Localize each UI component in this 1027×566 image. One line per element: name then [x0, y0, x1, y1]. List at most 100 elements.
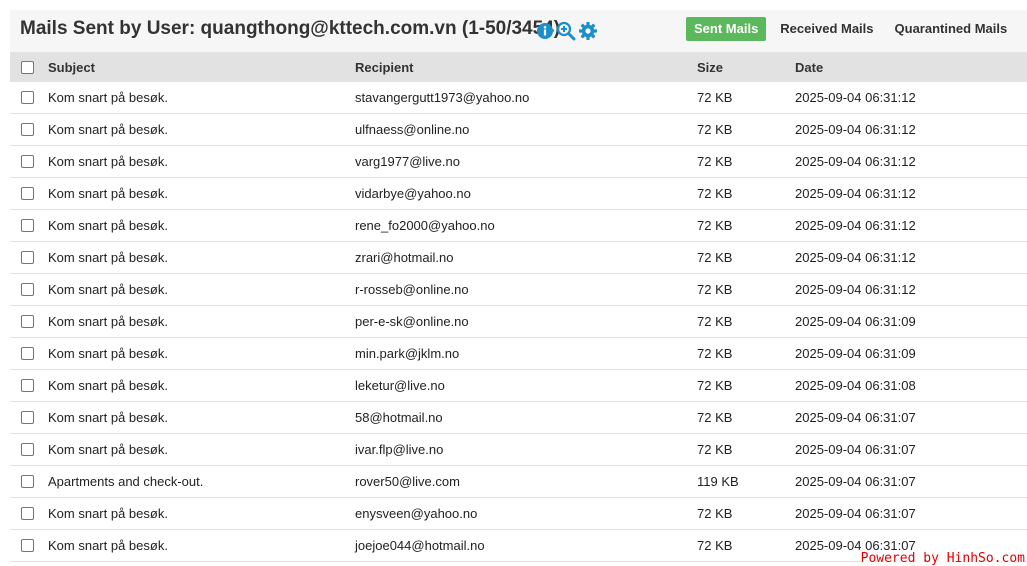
mail-tabs: Sent Mails Received Mails Quarantined Ma… — [686, 17, 1020, 41]
row-checkbox[interactable] — [21, 443, 34, 456]
row-size: 72 KB — [697, 346, 733, 361]
row-subject: Kom snart på besøk. — [48, 122, 168, 137]
table-header: Subject Recipient Size Date — [10, 53, 1027, 82]
table-row[interactable]: Kom snart på besøk. per-e-sk@online.no 72 … — [10, 306, 1027, 338]
row-checkbox[interactable] — [21, 91, 34, 104]
row-recipient: rene_fo2000@yahoo.no — [355, 218, 495, 233]
table-row[interactable]: Kom snart på besøk. ivar.flp@live.no 72 KB… — [10, 434, 1027, 466]
row-subject: Kom snart på besøk. — [48, 410, 168, 425]
row-subject: Kom snart på besøk. — [48, 218, 168, 233]
column-header-size[interactable]: Size — [697, 53, 723, 82]
row-size: 72 KB — [697, 314, 733, 329]
row-checkbox[interactable] — [21, 187, 34, 200]
row-recipient: min.park@jklm.no — [355, 346, 460, 361]
table-row[interactable]: Kom snart på besøk. varg1977@live.no 72 KB… — [10, 146, 1027, 178]
table-row[interactable]: Kom snart på besøk. stavangergutt1973@yah… — [10, 82, 1027, 114]
row-checkbox[interactable] — [21, 219, 34, 232]
row-checkbox[interactable] — [21, 507, 34, 520]
row-checkbox[interactable] — [21, 283, 34, 296]
page-title: Mails Sent by User: quangthong@kttech.co… — [20, 18, 561, 39]
row-recipient: rover50@live.com — [355, 474, 460, 489]
row-date: 2025-09-04 06:31:12 — [795, 218, 916, 233]
panel-header: Mails Sent by User: quangthong@kttech.co… — [10, 10, 1027, 53]
table-row[interactable]: Kom snart på besøk. vidarbye@yahoo.no 72 K… — [10, 178, 1027, 210]
row-size: 72 KB — [697, 90, 733, 105]
row-subject: Kom snart på besøk. — [48, 282, 168, 297]
row-size: 72 KB — [697, 218, 733, 233]
row-size: 72 KB — [697, 186, 733, 201]
row-subject: Kom snart på besøk. — [48, 506, 168, 521]
row-checkbox[interactable] — [21, 379, 34, 392]
row-size: 72 KB — [697, 378, 733, 393]
row-recipient: leketur@live.no — [355, 378, 445, 393]
row-checkbox[interactable] — [21, 539, 34, 552]
row-recipient: 58@hotmail.no — [355, 410, 443, 425]
row-date: 2025-09-04 06:31:07 — [795, 442, 916, 457]
powered-by-watermark: Powered by HinhSo.com — [860, 551, 1025, 566]
column-header-subject[interactable]: Subject — [48, 53, 95, 82]
row-recipient: vidarbye@yahoo.no — [355, 186, 471, 201]
row-size: 72 KB — [697, 506, 733, 521]
row-date: 2025-09-04 06:31:07 — [795, 506, 916, 521]
info-icon[interactable] — [537, 23, 553, 39]
table-row[interactable]: Kom snart på besøk. enysveen@yahoo.no 72 K… — [10, 498, 1027, 530]
row-size: 72 KB — [697, 154, 733, 169]
row-checkbox[interactable] — [21, 155, 34, 168]
row-date: 2025-09-04 06:31:07 — [795, 474, 916, 489]
row-size: 72 KB — [697, 410, 733, 425]
row-date: 2025-09-04 06:31:12 — [795, 154, 916, 169]
header-icons — [537, 21, 597, 41]
row-checkbox[interactable] — [21, 347, 34, 360]
row-recipient: ulfnaess@online.no — [355, 122, 470, 137]
row-recipient: r-rosseb@online.no — [355, 282, 469, 297]
column-header-recipient[interactable]: Recipient — [355, 53, 414, 82]
row-date: 2025-09-04 06:31:08 — [795, 378, 916, 393]
row-date: 2025-09-04 06:31:09 — [795, 346, 916, 361]
row-checkbox[interactable] — [21, 123, 34, 136]
row-size: 119 KB — [697, 474, 739, 489]
row-subject: Kom snart på besøk. — [48, 346, 168, 361]
row-size: 72 KB — [697, 250, 733, 265]
row-date: 2025-09-04 06:31:12 — [795, 90, 916, 105]
table-row[interactable]: Apartments and check-out. rover50@live.co… — [10, 466, 1027, 498]
row-checkbox[interactable] — [21, 411, 34, 424]
row-checkbox[interactable] — [21, 475, 34, 488]
table-row[interactable]: Kom snart på besøk. 58@hotmail.no 72 KB 202… — [10, 402, 1027, 434]
row-subject: Apartments and check-out. — [48, 474, 204, 489]
row-date: 2025-09-04 06:31:12 — [795, 186, 916, 201]
row-size: 72 KB — [697, 442, 733, 457]
row-recipient: stavangergutt1973@yahoo.no — [355, 90, 530, 105]
row-subject: Kom snart på besøk. — [48, 186, 168, 201]
table-row[interactable]: Kom snart på besøk. leketur@live.no 72 KB 2… — [10, 370, 1027, 402]
row-subject: Kom snart på besøk. — [48, 250, 168, 265]
zoom-in-icon[interactable] — [556, 21, 576, 41]
row-recipient: zrari@hotmail.no — [355, 250, 454, 265]
row-checkbox[interactable] — [21, 315, 34, 328]
row-size: 72 KB — [697, 538, 733, 553]
row-date: 2025-09-04 06:31:07 — [795, 410, 916, 425]
table-row[interactable]: Kom snart på besøk. r-rosseb@online.no 72 … — [10, 274, 1027, 306]
row-recipient: enysveen@yahoo.no — [355, 506, 478, 521]
row-date: 2025-09-04 06:31:09 — [795, 314, 916, 329]
row-size: 72 KB — [697, 282, 733, 297]
tab-sent-mails[interactable]: Sent Mails — [686, 17, 767, 41]
column-header-date[interactable]: Date — [795, 53, 823, 82]
row-checkbox[interactable] — [21, 251, 34, 264]
row-date: 2025-09-04 06:31:12 — [795, 250, 916, 265]
gear-icon[interactable] — [579, 22, 597, 40]
row-subject: Kom snart på besøk. — [48, 378, 168, 393]
mail-table-body: Kom snart på besøk. stavangergutt1973@yah… — [10, 82, 1027, 562]
row-subject: Kom snart på besøk. — [48, 538, 168, 553]
table-row[interactable]: Kom snart på besøk. ulfnaess@online.no 72 … — [10, 114, 1027, 146]
row-subject: Kom snart på besøk. — [48, 90, 168, 105]
row-date: 2025-09-04 06:31:12 — [795, 282, 916, 297]
tab-quarantined-mails[interactable]: Quarantined Mails — [887, 17, 1016, 41]
row-size: 72 KB — [697, 122, 733, 137]
select-all-checkbox[interactable] — [21, 61, 34, 74]
tab-received-mails[interactable]: Received Mails — [772, 17, 881, 41]
table-row[interactable]: Kom snart på besøk. min.park@jklm.no 72 KB… — [10, 338, 1027, 370]
row-subject: Kom snart på besøk. — [48, 154, 168, 169]
table-row[interactable]: Kom snart på besøk. zrari@hotmail.no 72 KB… — [10, 242, 1027, 274]
table-row[interactable]: Kom snart på besøk. rene_fo2000@yahoo.no 7… — [10, 210, 1027, 242]
row-recipient: ivar.flp@live.no — [355, 442, 444, 457]
